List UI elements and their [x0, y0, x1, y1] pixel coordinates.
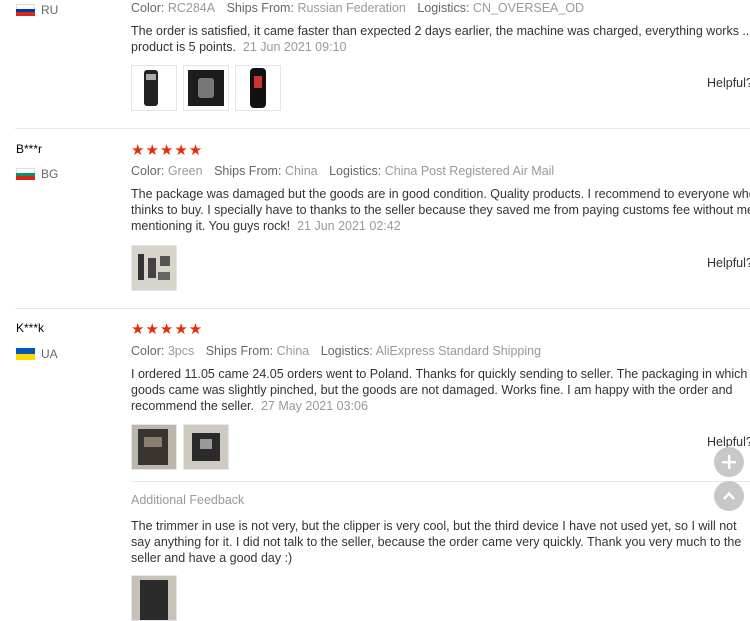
reviewer-name: B***r	[16, 142, 43, 156]
review-text: The package was damaged but the goods ar…	[131, 187, 750, 233]
review-photos	[131, 65, 281, 111]
review-meta: Color: 3pcs Ships From: China Logistics:…	[131, 344, 542, 358]
reviewer-name: K***k	[16, 321, 45, 335]
review-text: The order is satisfied, it came faster t…	[131, 24, 750, 54]
review-photo[interactable]	[183, 65, 229, 111]
review-divider	[15, 308, 750, 309]
reviewer-country: RU	[16, 3, 58, 17]
helpful-button[interactable]: Helpful?	[707, 256, 750, 270]
additional-feedback-label: Additional Feedback	[131, 493, 245, 507]
review-photo[interactable]	[183, 424, 229, 470]
review-text: I ordered 11.05 came 24.05 orders went t…	[131, 367, 750, 413]
reviewer-country: UA	[16, 347, 58, 361]
chevron-up-icon	[723, 491, 735, 500]
scroll-to-top-button[interactable]	[714, 481, 744, 511]
review-photo[interactable]	[131, 424, 177, 470]
review-photo[interactable]	[131, 65, 177, 111]
review-date: 21 Jun 2021 09:10	[242, 40, 347, 54]
review-meta: Color: RC284A Ships From: Russian Federa…	[131, 1, 585, 15]
helpful-button[interactable]: Helpful?	[707, 76, 750, 90]
flag-ru-icon	[16, 4, 35, 17]
country-code: BG	[41, 167, 59, 181]
review-photo[interactable]	[131, 575, 177, 621]
review-photo[interactable]	[235, 65, 281, 111]
additional-feedback-photos	[131, 575, 177, 621]
flag-ua-icon	[16, 348, 35, 360]
review-divider	[15, 128, 750, 129]
rating-stars: ★★★★★	[131, 321, 204, 338]
feedback-divider	[131, 481, 750, 482]
country-code: UA	[41, 347, 58, 361]
add-button[interactable]	[714, 447, 744, 477]
flag-bg-icon	[16, 168, 35, 181]
additional-feedback-text: The trimmer in use is not very, but the …	[131, 519, 742, 565]
reviewer-country: BG	[16, 167, 58, 181]
review-date: 21 Jun 2021 02:42	[297, 219, 401, 233]
country-code: RU	[41, 3, 59, 17]
review-meta: Color: Green Ships From: China Logistics…	[131, 164, 555, 178]
review-photos	[131, 424, 229, 470]
plus-icon	[722, 455, 736, 469]
review-date: 27 May 2021 03:06	[260, 399, 368, 413]
review-photo[interactable]	[131, 245, 177, 291]
review-photos	[131, 245, 177, 291]
rating-stars: ★★★★★	[131, 142, 204, 159]
